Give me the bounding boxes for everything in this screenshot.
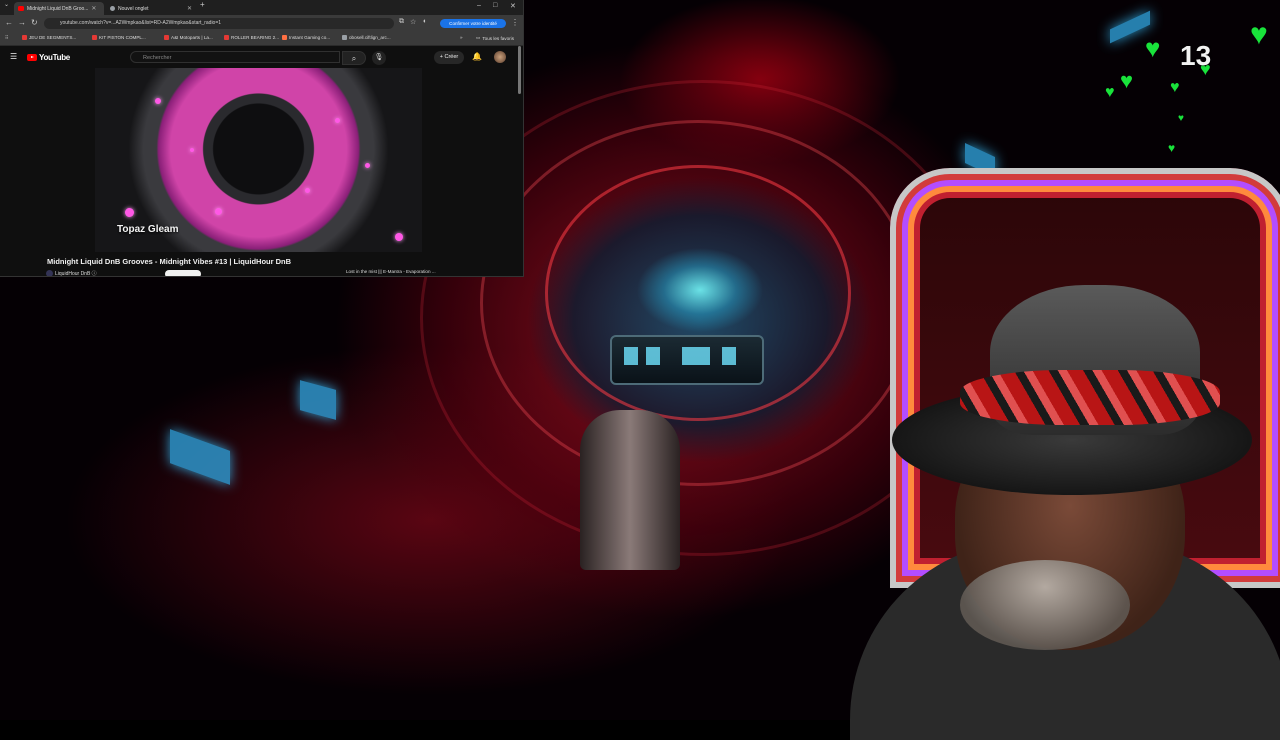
youtube-logo[interactable]: YouTube [27,53,70,62]
back-icon[interactable]: ← [5,18,13,27]
create-label: Créer [444,54,459,60]
tab-new[interactable]: Nouvel onglet ✕ [106,2,196,15]
heart-icon: ♥ [1120,68,1134,93]
youtube-header: ☰ YouTube Rechercher ⌕ 🎙 + Créer 🔔 [0,46,523,68]
bookmark-item[interactable]: KIT PISTON COMPL... [92,35,146,40]
cockpit-console [610,335,764,385]
close-window-button[interactable]: ✕ [510,2,516,10]
reload-icon[interactable]: ↻ [31,18,38,27]
video-player[interactable]: Topaz Gleam [95,68,422,252]
cockpit-screen [300,380,336,420]
subscribe-button[interactable] [165,270,201,276]
maximize-button[interactable]: □ [493,2,497,9]
bookmark-item[interactable]: A&I Motoparts | La... [164,35,213,40]
bookmark-star-icon[interactable]: ☆ [410,18,416,26]
hamburger-menu-icon[interactable]: ☰ [10,52,17,61]
confirm-identity-label: Confirmer votre identité [449,21,497,26]
account-avatar[interactable] [494,51,506,63]
apps-icon[interactable]: ⠿ [5,35,8,41]
tab-label: Midnight Liquid DnB Groo... [27,5,89,12]
notifications-bell-icon[interactable]: 🔔 [472,52,482,61]
tab-bar: ⌄ Midnight Liquid DnB Groo... ✕ Nouvel o… [0,0,523,15]
voice-search-button[interactable]: 🎙 [372,51,386,65]
all-favorites-button[interactable]: ▭ Tous les favoris [476,35,514,41]
create-button[interactable]: + Créer [434,51,464,64]
youtube-play-icon [27,54,37,61]
bookmark-item[interactable]: JEU DE SEGMENTS... [22,35,76,40]
tab-list-icon[interactable]: ⌄ [4,1,9,8]
heart-icon: ♥ [1145,33,1161,63]
forward-icon[interactable]: → [18,18,26,27]
channel-avatar[interactable] [46,270,53,276]
close-tab-icon[interactable]: ✕ [187,5,192,12]
search-icon: ⌕ [351,54,357,63]
overlay-number: 13 [1180,40,1212,71]
more-bookmarks-icon[interactable]: » [460,35,463,40]
new-tab-button[interactable]: + [200,0,205,9]
heart-icon: ♥ [1178,113,1184,124]
search-input[interactable]: Rechercher [130,51,340,63]
channel-name[interactable]: LiquidHour DnB ⓘ [55,270,97,276]
extension-icon[interactable]: ◐ [423,18,427,25]
url-text: youtube.com/watch?v=...A2Wmpkao&list=RD-… [60,20,222,26]
youtube-favicon-icon [18,6,24,11]
heart-icon: ♥ [1250,18,1268,51]
search-placeholder: Rechercher [143,55,172,61]
bookmark-item[interactable]: ROLLER BEARING 2... [224,35,279,40]
close-tab-icon[interactable]: ✕ [91,5,96,12]
tab-youtube[interactable]: Midnight Liquid DnB Groo... ✕ [14,2,104,15]
youtube-logo-text: YouTube [39,53,70,62]
new-tab-favicon-icon [110,6,115,11]
streamer-beard [960,560,1130,650]
heart-icon: ♥ [1168,141,1176,155]
url-field[interactable]: youtube.com/watch?v=...A2Wmpkao&list=RD-… [44,18,394,29]
install-icon[interactable]: ⧉ [399,18,404,26]
address-bar-row: ← → ↻ youtube.com/watch?v=...A2Wmpkao&li… [0,15,523,32]
heart-icon: ♥ [1105,84,1115,101]
microphone-icon: 🎙 [374,54,384,61]
playlist-next-label: Lost in the mist ||| E-Mantra - Evaporat… [346,269,436,274]
heart-icon: ♥ [1170,79,1180,96]
confirm-identity-button[interactable]: Confirmer votre identité [440,19,506,28]
video-caption: Topaz Gleam [117,224,179,235]
hat-band [960,370,1220,425]
bookmark-item[interactable]: Instant Gaming co... [282,35,330,40]
video-title: Midnight Liquid DnB Grooves - Midnight V… [47,257,292,266]
cockpit-screen [170,429,230,485]
bookmark-item[interactable]: obosell.ciftlign_arc... [342,35,391,40]
bookmarks-bar: ⠿ JEU DE SEGMENTS... KIT PISTON COMPL...… [0,32,523,46]
tab-label: Nouvel onglet [118,5,149,12]
playlist-next-item[interactable]: Lost in the mist ||| E-Mantra - Evaporat… [346,269,436,274]
browser-window: ⌄ Midnight Liquid DnB Groo... ✕ Nouvel o… [0,0,524,277]
menu-dots-icon[interactable]: ⋮ [511,18,519,27]
minimize-button[interactable]: – [477,2,481,9]
search-button[interactable]: ⌕ [342,51,366,65]
page-scrollbar[interactable] [518,46,521,94]
cockpit-pillar [580,410,680,570]
